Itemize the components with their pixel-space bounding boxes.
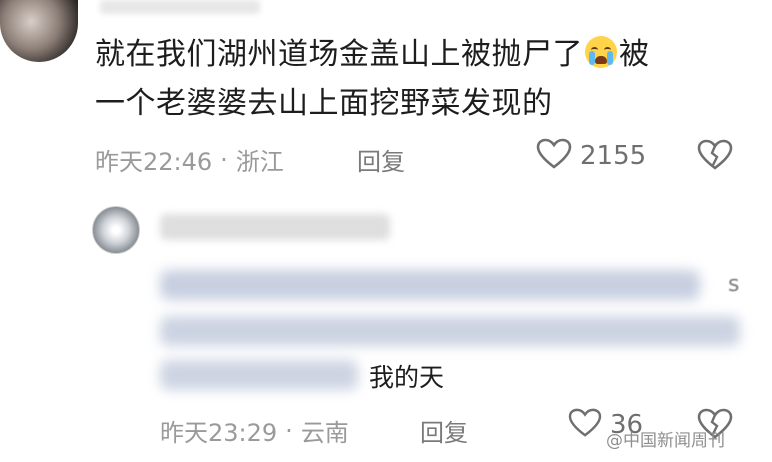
blurred-username bbox=[100, 0, 260, 14]
reply-time: 昨天23:29 bbox=[160, 419, 278, 447]
blurred-reply-line1 bbox=[160, 270, 700, 300]
blurred-reply-username bbox=[160, 214, 390, 240]
blurred-reply-line2 bbox=[160, 316, 740, 346]
reply-reply-button[interactable]: 回复 bbox=[420, 413, 468, 448]
reply-text: 我的天 bbox=[369, 363, 445, 392]
reply-button[interactable]: 回复 bbox=[357, 142, 405, 177]
blurred-reply-line3 bbox=[160, 360, 358, 390]
partial-edge-text: s bbox=[728, 272, 740, 297]
reply-location: 云南 bbox=[300, 419, 349, 447]
comment-line2: 一个老婆婆去山上面挖野菜发现的 bbox=[95, 86, 553, 121]
reply-meta-separator: · bbox=[285, 416, 293, 445]
heart-icon bbox=[568, 408, 602, 442]
crying-face-emoji-icon bbox=[585, 36, 617, 68]
commenter-avatar[interactable] bbox=[0, 0, 78, 62]
replier-avatar[interactable] bbox=[92, 206, 140, 254]
meta-separator: · bbox=[220, 145, 228, 174]
comment-text: 就在我们湖州道场金盖山上被抛尸了 被 一个老婆婆去山上面挖野菜发现的 bbox=[95, 30, 745, 128]
source-watermark: @中国新闻周刊 bbox=[606, 431, 725, 451]
like-count: 2155 bbox=[580, 141, 647, 171]
comment-line1: 就在我们湖州道场金盖山上被抛尸了 bbox=[95, 37, 583, 72]
comment-line1-tail: 被 bbox=[619, 37, 650, 72]
like-button[interactable]: 2155 bbox=[536, 138, 646, 174]
heart-icon bbox=[536, 138, 572, 174]
comment-time: 昨天22:46 bbox=[95, 148, 213, 176]
comment-location: 浙江 bbox=[235, 148, 284, 176]
dislike-broken-heart-icon[interactable] bbox=[697, 139, 733, 175]
